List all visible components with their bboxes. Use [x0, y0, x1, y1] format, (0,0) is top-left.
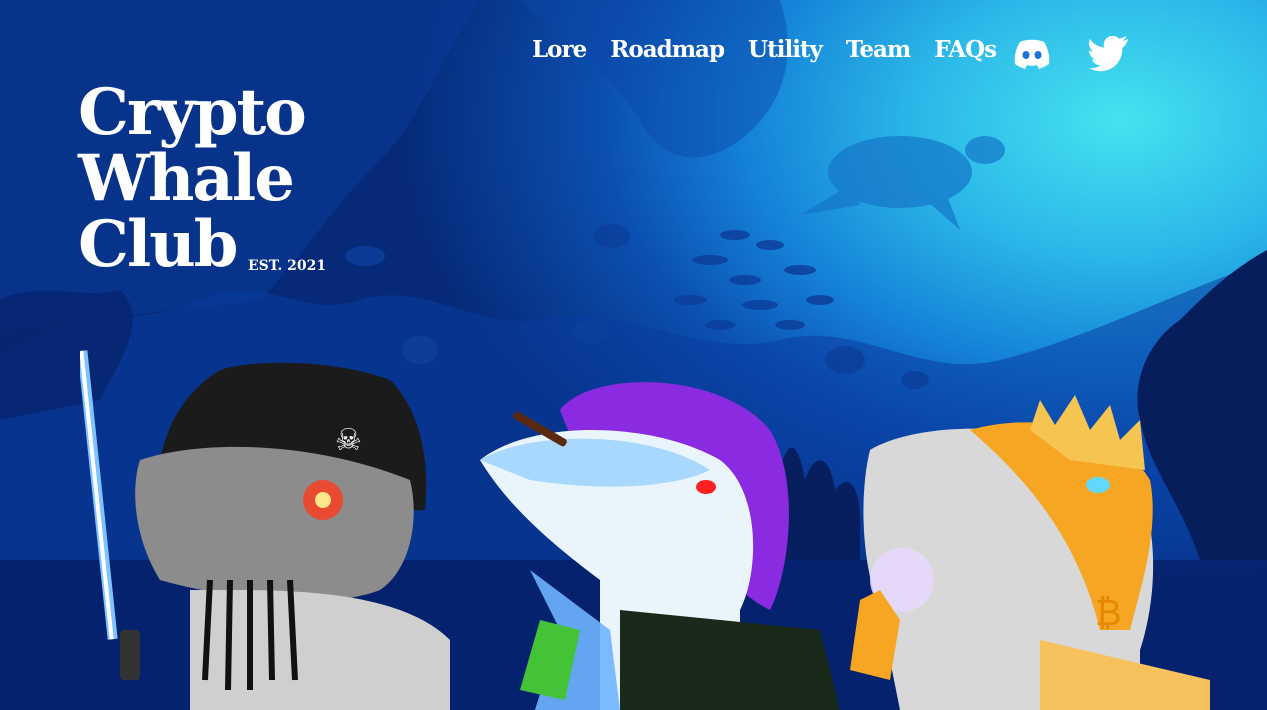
twitter-link[interactable] [1088, 35, 1130, 76]
nav-link-utility[interactable]: Utility [748, 36, 823, 63]
svg-text:☠: ☠ [335, 423, 362, 458]
discord-link[interactable] [1012, 36, 1052, 76]
twitter-icon [1089, 35, 1129, 72]
turtle-silhouette [800, 136, 1005, 230]
logo-line-crypto: Crypto [78, 75, 307, 150]
logo-est-year: EST. 2021 [248, 258, 327, 274]
nav-link-faqs[interactable]: FAQs [934, 36, 997, 63]
logo-line-whale: Whale [78, 141, 295, 216]
nav-link-lore[interactable]: Lore [532, 36, 587, 63]
site-logo[interactable]: Crypto Whale Club EST. 2021 [78, 75, 326, 278]
nav-link-roadmap[interactable]: Roadmap [610, 36, 725, 63]
punk-whale-character [480, 382, 840, 710]
nav-link-team[interactable]: Team [846, 36, 911, 63]
pirate-whale-character: ☠ [80, 350, 450, 710]
main-nav: Lore Roadmap Utility Team FAQs [532, 36, 1020, 63]
hero-background: ☠ ₿ Crypto Whale Club EST. 2021 Lore Roa… [0, 0, 1267, 710]
king-whale-character: ₿ [850, 395, 1210, 710]
svg-text:₿: ₿ [1095, 593, 1122, 634]
discord-icon [1014, 39, 1050, 69]
